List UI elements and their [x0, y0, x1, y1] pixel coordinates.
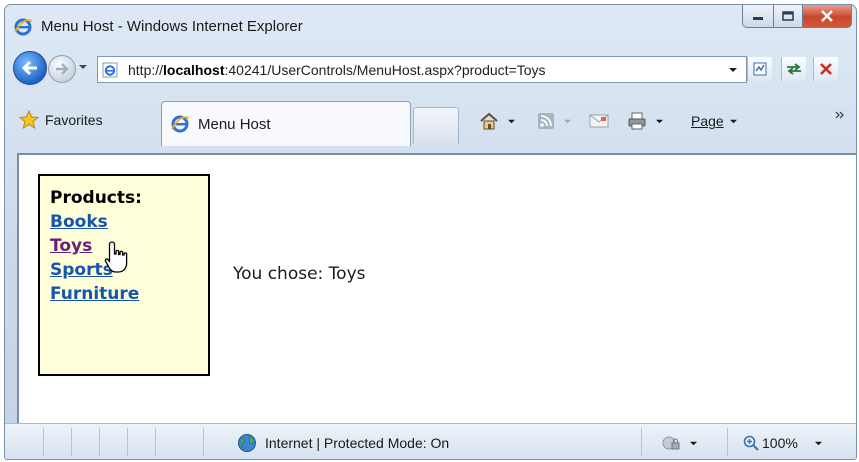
status-divider — [155, 428, 156, 456]
menu-heading: Products: — [50, 188, 142, 208]
minimize-button[interactable] — [742, 5, 774, 28]
hand-cursor-icon — [104, 241, 128, 273]
home-dropdown-icon — [508, 119, 515, 123]
page-content: Products: Books Toys Sports Furniture Yo… — [17, 153, 856, 423]
toolbar-overflow-button[interactable] — [835, 103, 845, 127]
tab-label: Menu Host — [198, 115, 271, 133]
ie-page-icon — [102, 62, 118, 77]
mail-icon — [589, 114, 609, 128]
page-dropdown-icon — [729, 119, 737, 123]
lock-globe-icon — [662, 436, 680, 450]
print-button[interactable] — [627, 109, 664, 133]
window-title: Menu Host - Windows Internet Explorer — [41, 18, 303, 35]
zone-text: Internet | Protected Mode: On — [265, 435, 450, 451]
globe-icon — [238, 434, 256, 452]
recent-pages-dropdown-icon[interactable] — [78, 63, 88, 71]
status-divider — [71, 428, 72, 456]
star-icon — [19, 110, 39, 130]
status-divider — [727, 428, 728, 456]
protected-mode-button[interactable] — [661, 432, 698, 454]
minimize-icon — [753, 17, 763, 20]
back-button[interactable] — [13, 51, 47, 85]
rss-feed-icon — [538, 113, 554, 129]
protected-mode-dropdown-icon — [690, 441, 697, 445]
forward-arrow-icon — [56, 63, 69, 75]
browser-window: Menu Host - Windows Internet Explorer ht… — [4, 4, 857, 460]
refresh-icon — [787, 63, 801, 75]
compatibility-view-button[interactable] — [747, 57, 772, 81]
menu-link-toys[interactable]: Toys — [50, 236, 92, 256]
status-divider — [127, 428, 128, 456]
menu-link-books[interactable]: Books — [50, 212, 108, 232]
status-divider — [99, 428, 100, 456]
selection-result: You chose: Toys — [233, 264, 366, 284]
title-bar: Menu Host - Windows Internet Explorer — [5, 5, 856, 45]
home-button[interactable] — [479, 109, 516, 133]
close-icon — [821, 10, 833, 22]
close-button[interactable] — [803, 5, 852, 28]
favorites-button[interactable]: Favorites — [19, 108, 103, 132]
status-divider — [203, 428, 204, 456]
ie-logo-icon — [14, 18, 33, 36]
menu-link-furniture[interactable]: Furniture — [50, 284, 139, 304]
zoom-dropdown-icon — [814, 441, 822, 445]
zoom-icon — [743, 435, 759, 451]
status-bar: Internet | Protected Mode: On 100% — [5, 423, 856, 459]
maximize-button[interactable] — [774, 5, 803, 28]
print-dropdown-icon — [656, 119, 663, 123]
ie-logo-icon — [171, 115, 190, 133]
navigation-bar: http://localhost:40241/UserControls/Menu… — [5, 47, 856, 87]
favorites-label: Favorites — [45, 112, 103, 128]
status-divider — [641, 428, 642, 456]
feeds-button[interactable] — [537, 109, 572, 133]
refresh-button[interactable] — [781, 57, 806, 81]
new-tab-button[interactable] — [413, 107, 459, 144]
product-menu: Products: Books Toys Sports Furniture — [38, 174, 210, 376]
back-arrow-icon — [21, 60, 37, 76]
read-mail-button[interactable] — [589, 109, 609, 133]
address-dropdown-icon[interactable] — [728, 66, 738, 74]
zoom-control[interactable]: 100% — [743, 432, 823, 454]
maximize-icon — [782, 11, 794, 21]
tab-menu-host[interactable]: Menu Host — [161, 101, 411, 146]
feeds-dropdown-icon — [564, 119, 571, 123]
compatibility-icon — [753, 62, 767, 76]
print-icon — [628, 112, 646, 130]
address-bar[interactable]: http://localhost:40241/UserControls/Menu… — [97, 56, 747, 83]
chevron-right-icon — [835, 111, 844, 119]
security-zone[interactable]: Internet | Protected Mode: On — [237, 432, 449, 454]
stop-icon — [820, 63, 832, 75]
zoom-level: 100% — [762, 435, 798, 451]
forward-button[interactable] — [48, 55, 76, 83]
window-controls — [742, 5, 852, 29]
home-icon — [480, 112, 498, 130]
status-divider — [43, 428, 44, 456]
page-menu-label: Page — [691, 113, 724, 129]
address-url[interactable]: http://localhost:40241/UserControls/Menu… — [128, 62, 546, 78]
favorites-and-tabs-bar: Favorites Menu Host Page — [5, 99, 856, 153]
page-menu-button[interactable]: Page — [691, 109, 738, 133]
stop-button[interactable] — [813, 57, 838, 81]
